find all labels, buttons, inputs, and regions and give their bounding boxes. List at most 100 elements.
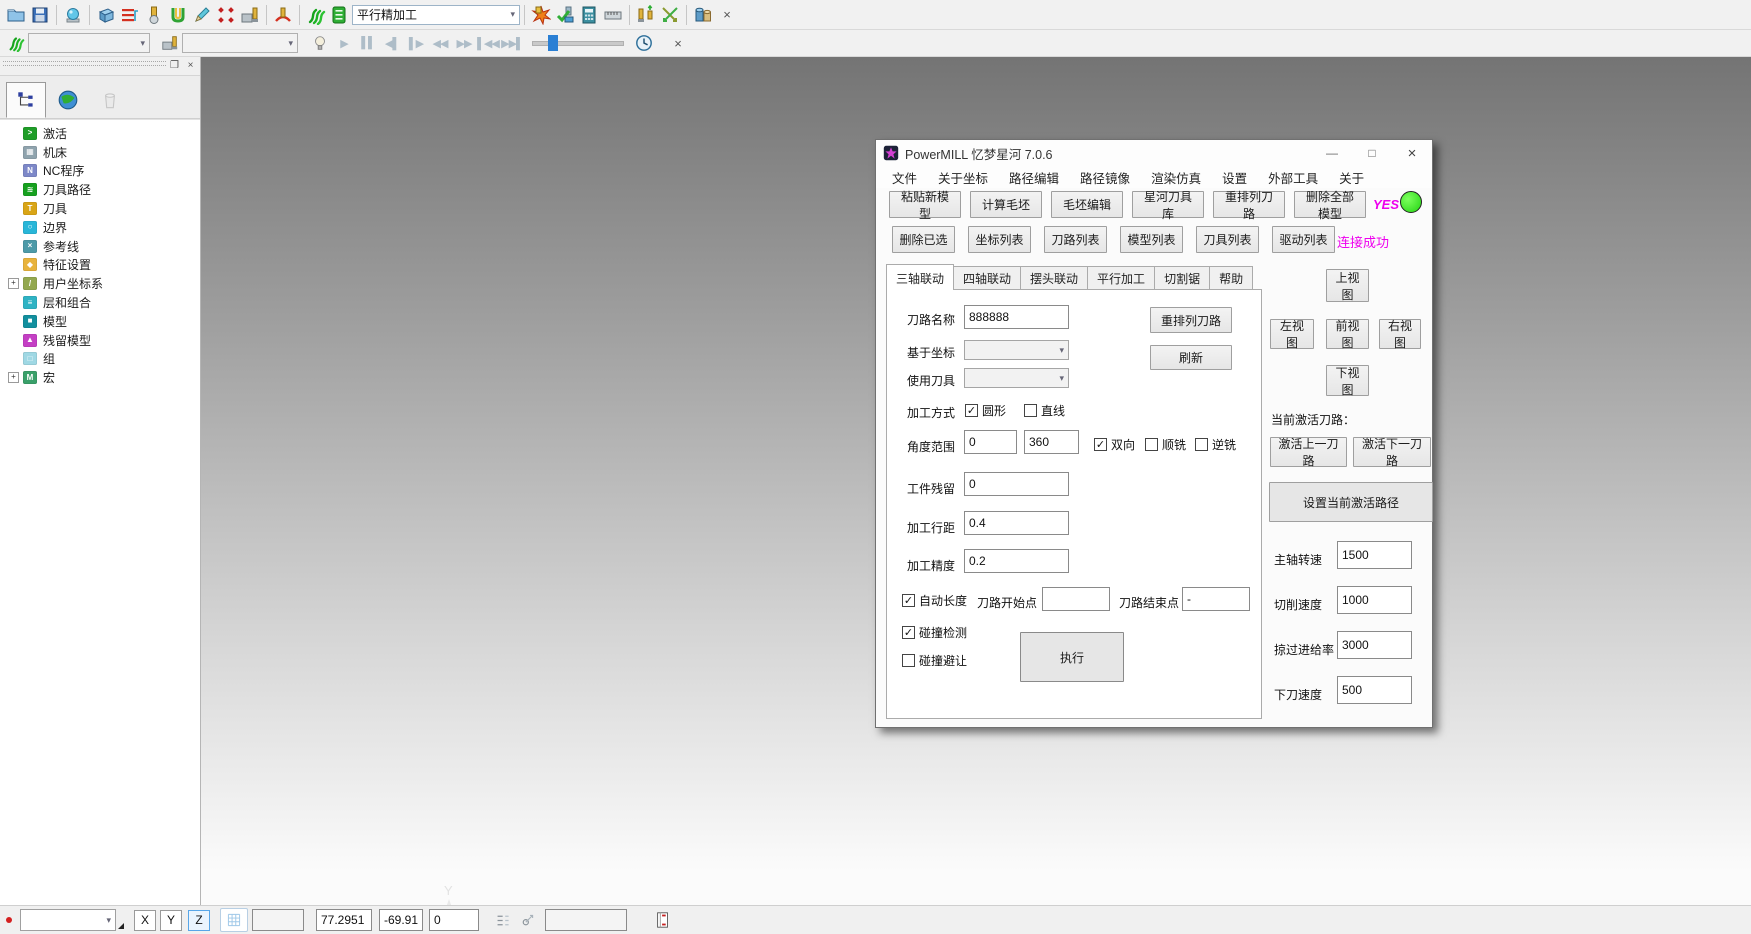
- toolpath-name-input[interactable]: [964, 305, 1069, 329]
- print-preview-button[interactable]: [61, 3, 85, 27]
- tree-item[interactable]: ◆ 特征设置: [0, 256, 200, 275]
- cursor-x-field[interactable]: [316, 909, 372, 931]
- auto-length-checkbox[interactable]: 自动长度: [902, 592, 967, 609]
- tree-item[interactable]: > 激活: [0, 124, 200, 143]
- close-button[interactable]: ×: [1392, 140, 1432, 166]
- climb-mill-checkbox[interactable]: 顺铣: [1145, 436, 1186, 453]
- tree-item[interactable]: ≡ 层和组合: [0, 293, 200, 312]
- activate-next-toolpath-button[interactable]: 激活下一刀路: [1353, 437, 1431, 467]
- step-forward-button[interactable]: ▌▶: [404, 31, 428, 55]
- stepover-input[interactable]: [964, 511, 1069, 535]
- menu-item[interactable]: 外部工具: [1268, 168, 1318, 187]
- tree-item[interactable]: / 用户坐标系: [0, 274, 200, 293]
- tool-select-button[interactable]: [158, 31, 182, 55]
- menu-item[interactable]: 关于坐标: [938, 168, 988, 187]
- probe-button[interactable]: [515, 908, 539, 932]
- tree-item[interactable]: N NC程序: [0, 162, 200, 181]
- tree-item[interactable]: ■ 模型: [0, 312, 200, 331]
- dialog-tab[interactable]: 平行加工: [1087, 266, 1155, 290]
- set-active-path-button[interactable]: 设置当前激活路径: [1269, 482, 1433, 522]
- dialog-button[interactable]: 粘贴新模型: [889, 191, 961, 218]
- tool-retract-button[interactable]: [634, 3, 658, 27]
- collision-check-checkbox[interactable]: 碰撞检测: [902, 624, 967, 641]
- dialog-button[interactable]: 计算毛坯: [970, 191, 1042, 218]
- coordinate-list-button[interactable]: [491, 908, 515, 932]
- tree-item[interactable]: ▲ 残留模型: [0, 331, 200, 350]
- collision-avoid-checkbox[interactable]: 碰撞避让: [902, 652, 967, 669]
- dialog-tab[interactable]: 帮助: [1209, 266, 1253, 290]
- tool-select-combobox[interactable]: ▾: [182, 33, 298, 53]
- edit-toolpath-button[interactable]: [190, 3, 214, 27]
- tree-item[interactable]: ○ 边界: [0, 218, 200, 237]
- panel-grip[interactable]: [3, 61, 166, 66]
- simulation-speed-slider[interactable]: [532, 34, 624, 52]
- grid-size-field[interactable]: [252, 909, 304, 931]
- front-view-button[interactable]: 前视图: [1326, 319, 1369, 349]
- calculator-button[interactable]: [577, 3, 601, 27]
- tree-item[interactable]: □ 组: [0, 350, 200, 369]
- panel-restore-button[interactable]: ❐: [167, 58, 182, 72]
- toolpath-select-combobox[interactable]: ▾: [28, 33, 150, 53]
- dialog-title-bar[interactable]: PowerMILL 忆梦星河 7.0.6 — □ ×: [876, 140, 1432, 166]
- slider-handle[interactable]: [548, 35, 558, 51]
- feed-rate-button[interactable]: [271, 3, 295, 27]
- tolerance-input[interactable]: [964, 549, 1069, 573]
- conventional-mill-checkbox[interactable]: 逆铣: [1195, 436, 1236, 453]
- tool-button[interactable]: [142, 3, 166, 27]
- axis-y-button[interactable]: Y: [160, 910, 182, 931]
- tree-expander[interactable]: [8, 278, 19, 289]
- tab-explorer-tree[interactable]: [6, 82, 46, 118]
- tab-web-browser[interactable]: [48, 82, 88, 118]
- top-view-button[interactable]: 上视图: [1326, 269, 1369, 302]
- tree-item[interactable]: × 参考线: [0, 237, 200, 256]
- toolbar-close-button[interactable]: ×: [715, 3, 739, 27]
- light-toggle-button[interactable]: [308, 31, 332, 55]
- dialog-tab[interactable]: 三轴联动: [886, 264, 954, 290]
- left-view-button[interactable]: 左视图: [1270, 319, 1314, 349]
- menu-item[interactable]: 路径镜像: [1080, 168, 1130, 187]
- play-button[interactable]: ▶: [332, 31, 356, 55]
- dialog-button[interactable]: 驱动列表: [1272, 226, 1335, 253]
- status-combobox[interactable]: ▾: [20, 909, 116, 931]
- measure-button[interactable]: [601, 3, 625, 27]
- start-point-input[interactable]: [1042, 587, 1110, 611]
- toolpath-doc-button[interactable]: [651, 908, 675, 932]
- bottom-view-button[interactable]: 下视图: [1326, 365, 1369, 396]
- rewind-button[interactable]: ◀◀: [428, 31, 452, 55]
- dialog-tab[interactable]: 四轴联动: [953, 266, 1021, 290]
- use-tool-dropdown[interactable]: ▾: [964, 368, 1069, 388]
- strategy-combobox[interactable]: 平行精加工 ▾: [352, 5, 520, 25]
- tool-block-button[interactable]: [238, 3, 262, 27]
- dialog-button[interactable]: 坐标列表: [968, 226, 1031, 253]
- transform-button[interactable]: [658, 3, 682, 27]
- dialog-button[interactable]: 删除全部模型: [1294, 191, 1366, 218]
- dialog-button[interactable]: 毛坯编辑: [1051, 191, 1123, 218]
- block-button[interactable]: [94, 3, 118, 27]
- strategy-list-button[interactable]: [328, 3, 352, 27]
- go-to-end-button[interactable]: ▶▶▌: [500, 31, 524, 55]
- dialog-button[interactable]: 星河刀具库: [1132, 191, 1204, 218]
- pause-button[interactable]: ▌▌: [356, 31, 380, 55]
- menu-item[interactable]: 设置: [1222, 168, 1247, 187]
- menu-item[interactable]: 渲染仿真: [1151, 168, 1201, 187]
- speed-input[interactable]: [1337, 676, 1412, 704]
- menu-item[interactable]: 关于: [1339, 168, 1364, 187]
- angle-from-input[interactable]: [964, 430, 1017, 454]
- verify-tool-button[interactable]: [553, 3, 577, 27]
- tree-item[interactable]: M 宏: [0, 368, 200, 387]
- cursor-y-field[interactable]: [379, 909, 423, 931]
- refresh-button[interactable]: 刷新: [1150, 345, 1232, 370]
- simulation-clock-button[interactable]: [632, 31, 656, 55]
- simulation-toolbar-close-button[interactable]: ×: [666, 31, 690, 55]
- circular-checkbox[interactable]: 圆形: [965, 402, 1006, 419]
- panel-close-button[interactable]: ×: [183, 58, 198, 72]
- open-project-button[interactable]: [4, 3, 28, 27]
- linear-checkbox[interactable]: 直线: [1024, 402, 1065, 419]
- axis-z-button[interactable]: Z: [188, 910, 210, 931]
- stock-allowance-input[interactable]: [964, 472, 1069, 496]
- tab-recycle-bin[interactable]: [90, 82, 130, 118]
- based-coord-dropdown[interactable]: ▾: [964, 340, 1069, 360]
- activate-prev-toolpath-button[interactable]: 激活上一刀路: [1270, 437, 1347, 467]
- menu-item[interactable]: 文件: [892, 168, 917, 187]
- axis-x-button[interactable]: X: [134, 910, 156, 931]
